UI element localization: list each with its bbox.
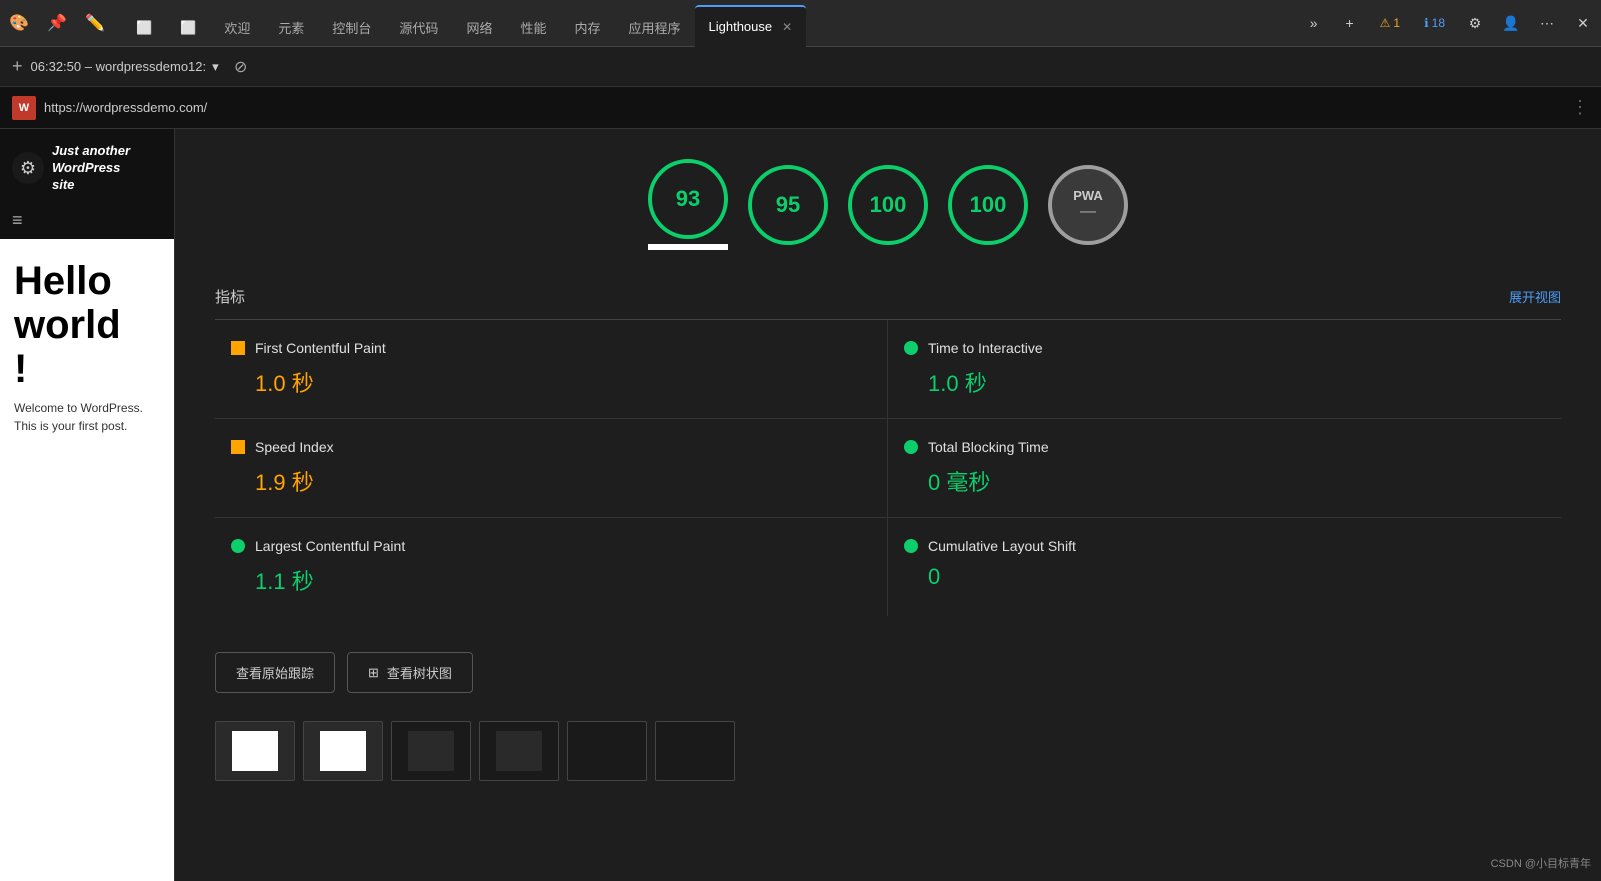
- gear-icon: ⚙: [20, 158, 36, 179]
- metric-cls: Cumulative Layout Shift 0: [888, 518, 1561, 616]
- tab-elements[interactable]: 元素: [264, 9, 318, 47]
- site-favicon: W: [12, 96, 36, 120]
- info-badge[interactable]: ℹ 18: [1416, 13, 1453, 33]
- thumbnail-3: [391, 721, 471, 781]
- trace-label: 查看原始跟踪: [236, 663, 314, 682]
- thumbnails-row: [175, 713, 1601, 789]
- tab-application[interactable]: 应用程序: [614, 9, 694, 47]
- close-devtools-button[interactable]: ✕: [1569, 9, 1597, 37]
- thumbnail-2: [303, 721, 383, 781]
- info-icon: ℹ: [1424, 16, 1429, 30]
- tab-console[interactable]: 控制台: [318, 9, 385, 47]
- metric-fcp: First Contentful Paint 1.0 秒: [215, 320, 888, 419]
- metric-si: Speed Index 1.9 秒: [215, 419, 888, 518]
- metrics-grid: First Contentful Paint 1.0 秒 Time to Int…: [215, 320, 1561, 616]
- warning-icon: ⚠: [1380, 16, 1391, 30]
- score-accessibility[interactable]: 95: [748, 165, 828, 245]
- paintbrush-icon[interactable]: 🎨: [4, 8, 34, 38]
- tab-lighthouse[interactable]: Lighthouse ✕: [695, 5, 807, 47]
- url-more-button[interactable]: ⋮: [1571, 97, 1589, 118]
- toolbar: + 06:32:50 – wordpressdemo12: ▾ ⊘: [0, 47, 1601, 87]
- more-tabs-button[interactable]: »: [1300, 9, 1328, 37]
- post-excerpt: Welcome to WordPress. This is your first…: [14, 399, 160, 435]
- tab-bar: 🎨 📌 ✏️ ⬜ ⬜ 欢迎 元素 控制台 源代码 网络 性能 内存: [0, 0, 1601, 47]
- sidebar-post-preview: Helloworld! Welcome to WordPress. This i…: [0, 239, 174, 455]
- view-treemap-button[interactable]: ⊞ 查看树状图: [347, 652, 473, 693]
- tab-memory[interactable]: 内存: [560, 9, 614, 47]
- tab-performance[interactable]: 性能: [506, 9, 560, 47]
- dropdown-icon: ▾: [212, 59, 219, 75]
- thumbnail-1: [215, 721, 295, 781]
- tabs-list: ⬜ ⬜ 欢迎 元素 控制台 源代码 网络 性能 内存 应用程序 Lighthou: [122, 0, 1292, 47]
- fcp-value: 1.0 秒: [231, 366, 871, 398]
- thumbnail-4: [479, 721, 559, 781]
- settings-button[interactable]: ⚙: [1461, 9, 1489, 37]
- score-best-practices[interactable]: 100: [848, 165, 928, 245]
- stop-button[interactable]: ⊘: [227, 53, 255, 81]
- sidebar-content: Helloworld! Welcome to WordPress. This i…: [0, 239, 174, 881]
- warnings-badge[interactable]: ⚠ 1: [1372, 13, 1408, 33]
- sidebar: ⚙ Just another WordPress site ≡ Hellowor…: [0, 129, 175, 881]
- fcp-indicator: [231, 341, 245, 355]
- thumbnail-5: [567, 721, 647, 781]
- sidebar-logo: ⚙: [12, 152, 44, 184]
- session-selector[interactable]: 06:32:50 – wordpressdemo12: ▾: [31, 59, 219, 75]
- tab-device2[interactable]: ⬜: [166, 9, 210, 47]
- tti-indicator: [904, 341, 918, 355]
- tab-device[interactable]: ⬜: [122, 9, 166, 47]
- treemap-label: 查看树状图: [387, 663, 452, 682]
- metrics-title: 指标: [215, 286, 245, 307]
- tab-sources[interactable]: 源代码: [385, 9, 452, 47]
- sidebar-site-header[interactable]: ⚙ Just another WordPress site: [0, 129, 174, 202]
- lcp-indicator: [231, 539, 245, 553]
- score-underline: [648, 247, 728, 250]
- metric-lcp: Largest Contentful Paint 1.1 秒: [215, 518, 888, 616]
- tab-welcome[interactable]: 欢迎: [210, 9, 264, 47]
- cls-indicator: [904, 539, 918, 553]
- site-title: Just another WordPress site: [52, 143, 130, 194]
- tti-value: 1.0 秒: [904, 366, 1545, 398]
- devtools-icons: 🎨 📌 ✏️: [4, 8, 110, 38]
- scores-row: 93 95 100 100 PWA —: [175, 129, 1601, 270]
- main-layout: ⚙ Just another WordPress site ≡ Hellowor…: [0, 129, 1601, 881]
- lcp-value: 1.1 秒: [231, 564, 871, 596]
- device-icon: ⬜: [136, 20, 152, 36]
- cursor-icon[interactable]: ✏️: [80, 8, 110, 38]
- pin-icon[interactable]: 📌: [42, 8, 72, 38]
- score-pwa[interactable]: PWA —: [1048, 165, 1128, 245]
- si-indicator: [231, 440, 245, 454]
- tab-network[interactable]: 网络: [452, 9, 506, 47]
- action-buttons: 查看原始跟踪 ⊞ 查看树状图: [175, 636, 1601, 713]
- url-bar: W https://wordpressdemo.com/ ⋮: [0, 87, 1601, 129]
- thumbnail-6: [655, 721, 735, 781]
- watermark: CSDN @小目标青年: [1491, 855, 1591, 871]
- add-tab-button[interactable]: +: [1336, 9, 1364, 37]
- metrics-header: 指标 展开视图: [215, 270, 1561, 320]
- metric-tbt: Total Blocking Time 0 毫秒: [888, 419, 1561, 518]
- sidebar-menu-toggle[interactable]: ≡: [0, 202, 174, 239]
- lighthouse-panel: 93 95 100 100 PWA — 指标 展开视图: [175, 129, 1601, 881]
- cls-value: 0: [904, 564, 1545, 590]
- url-display: https://wordpressdemo.com/: [44, 100, 1563, 115]
- tab-bar-right: » + ⚠ 1 ℹ 18 ⚙ 👤 ⋯ ✕: [1300, 9, 1597, 37]
- more-options-button[interactable]: ⋯: [1533, 9, 1561, 37]
- score-performance[interactable]: 93: [648, 159, 728, 239]
- new-recording-button[interactable]: +: [12, 56, 23, 77]
- device2-icon: ⬜: [180, 20, 196, 36]
- post-title: Helloworld!: [14, 259, 160, 391]
- view-trace-button[interactable]: 查看原始跟踪: [215, 652, 335, 693]
- profile-button[interactable]: 👤: [1497, 9, 1525, 37]
- tab-lighthouse-close[interactable]: ✕: [782, 20, 792, 34]
- metric-tti: Time to Interactive 1.0 秒: [888, 320, 1561, 419]
- metrics-section: 指标 展开视图 First Contentful Paint 1.0 秒: [175, 270, 1601, 636]
- score-seo[interactable]: 100: [948, 165, 1028, 245]
- tbt-indicator: [904, 440, 918, 454]
- si-value: 1.9 秒: [231, 465, 871, 497]
- treemap-icon: ⊞: [368, 665, 379, 681]
- expand-view-button[interactable]: 展开视图: [1509, 287, 1561, 306]
- tbt-value: 0 毫秒: [904, 465, 1545, 497]
